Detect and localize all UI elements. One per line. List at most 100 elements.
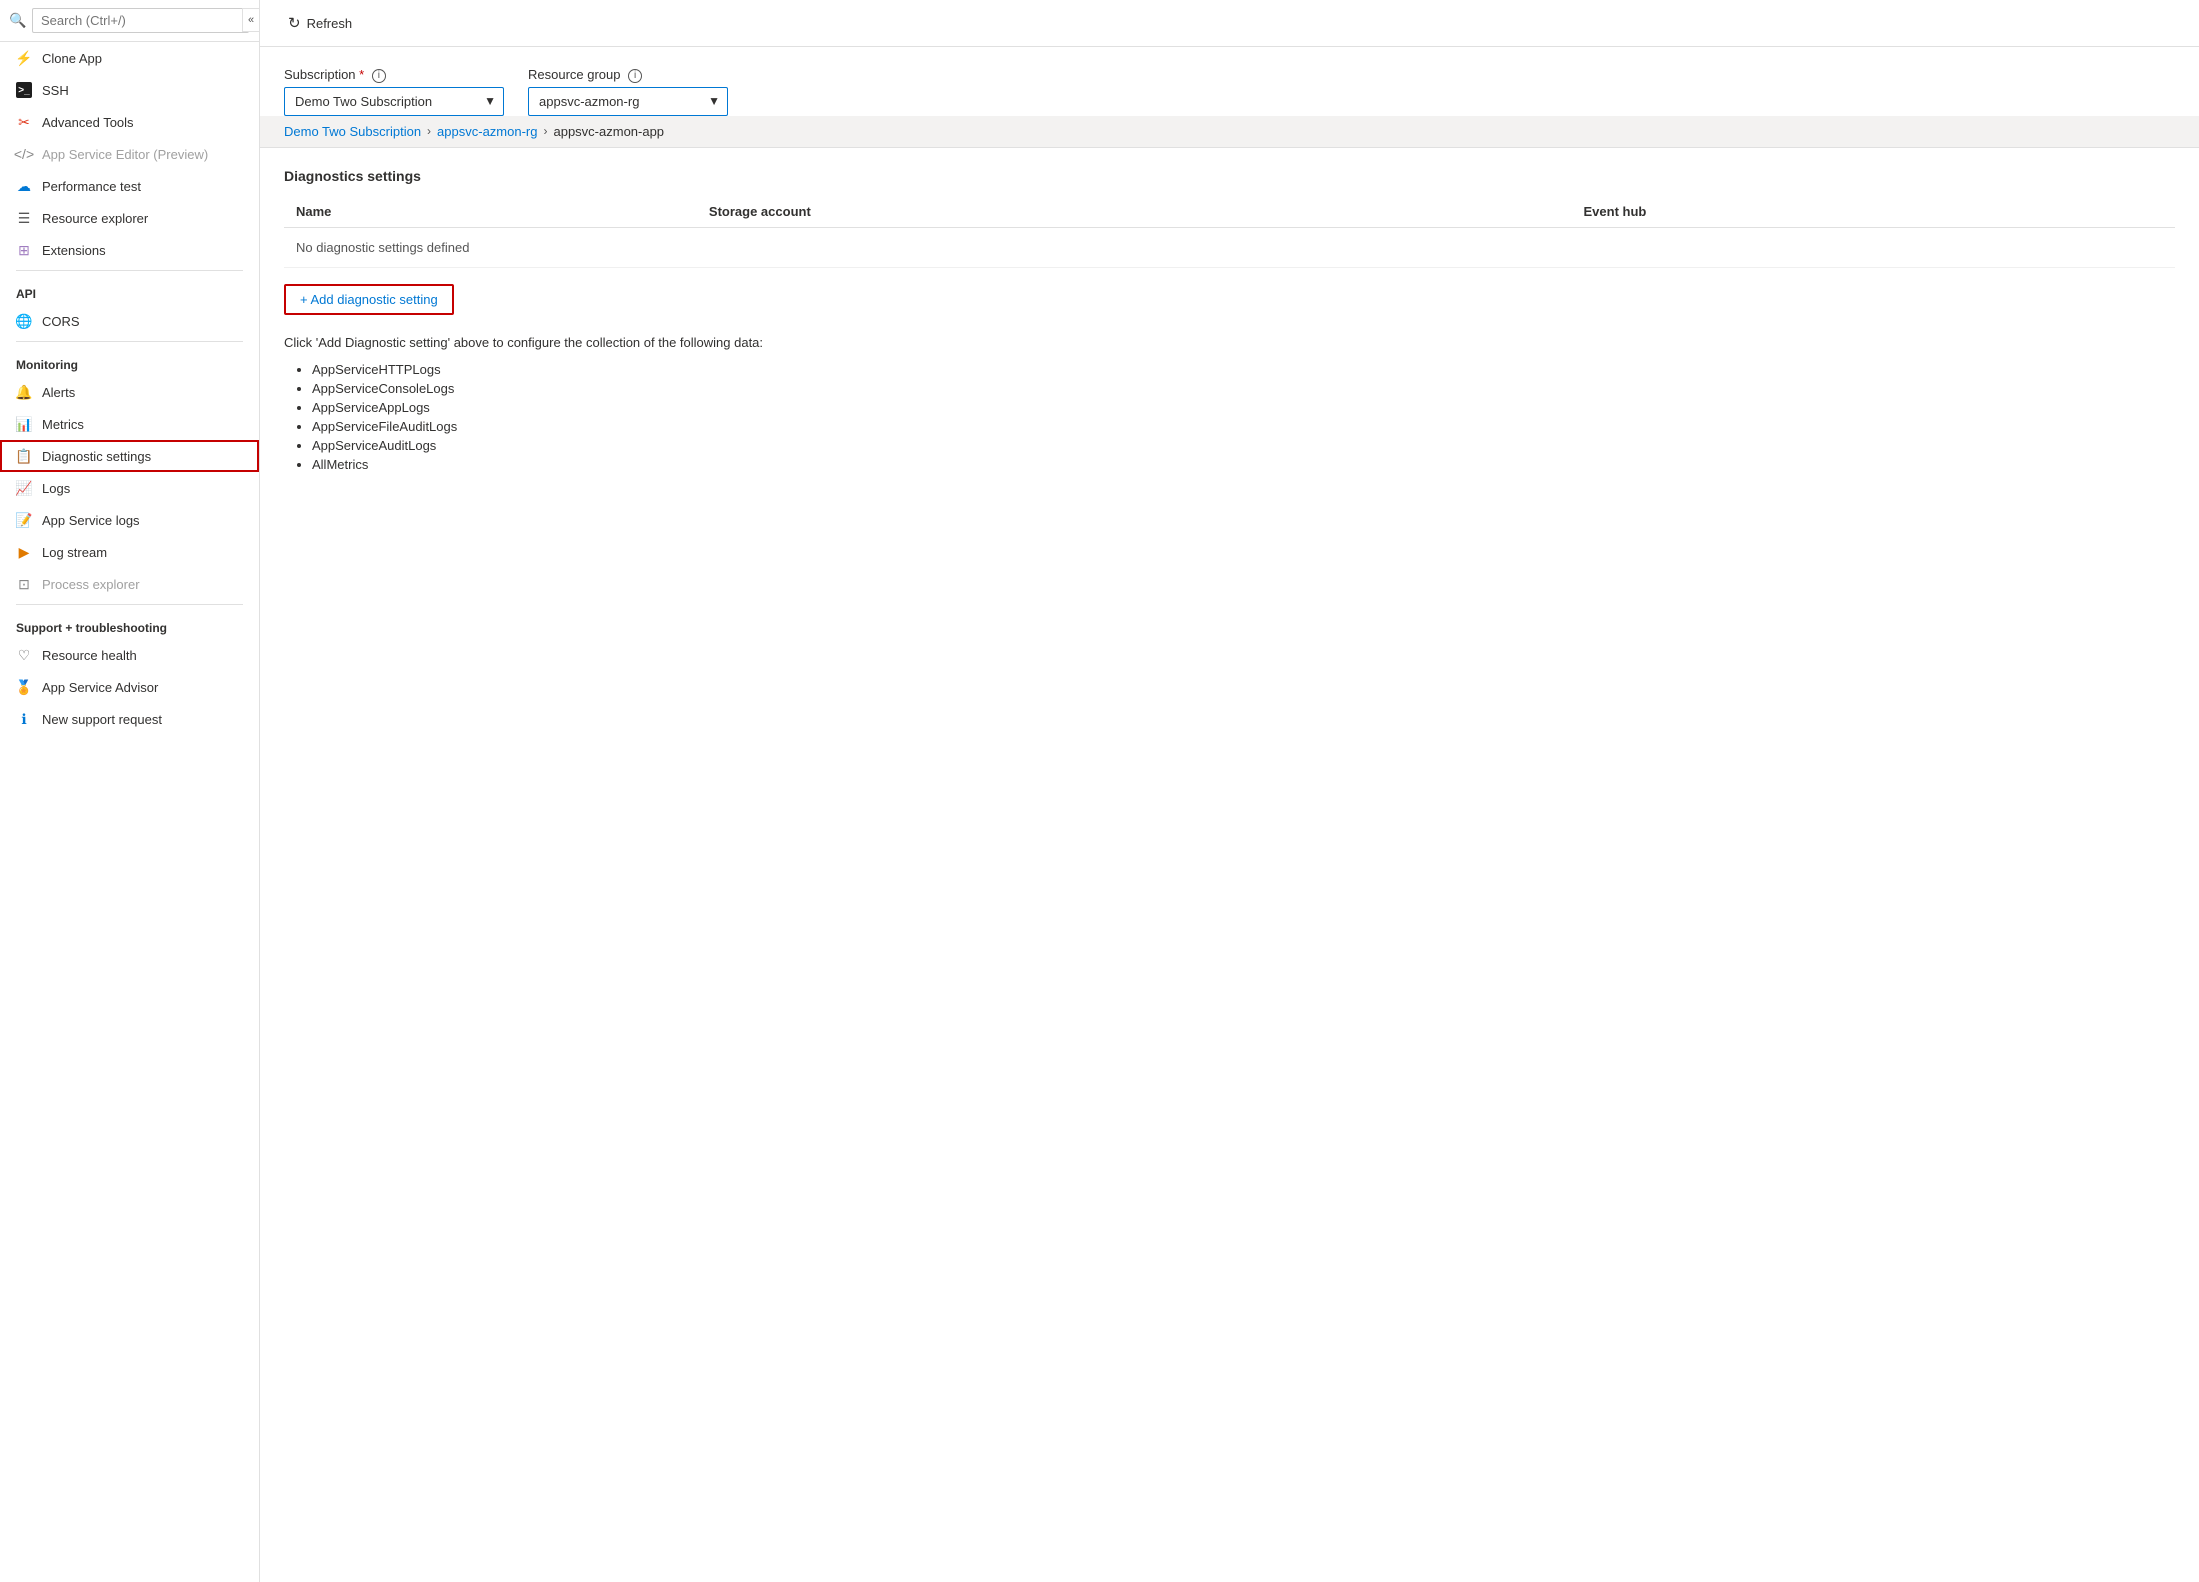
- diagnostics-section-title: Diagnostics settings: [284, 168, 2175, 184]
- sidebar-item-process-explorer: ⊡ Process explorer: [0, 568, 259, 600]
- sidebar-item-advanced-tools[interactable]: ✂ Advanced Tools: [0, 106, 259, 138]
- log-stream-icon: ▶: [16, 544, 32, 560]
- section-label-support: Support + troubleshooting: [0, 609, 259, 639]
- list-item: AppServiceAuditLogs: [312, 436, 2175, 455]
- collapse-sidebar-button[interactable]: «: [242, 8, 260, 32]
- sidebar-item-label: Log stream: [42, 545, 107, 560]
- sidebar-item-log-stream[interactable]: ▶ Log stream: [0, 536, 259, 568]
- sidebar-item-app-service-advisor[interactable]: 🏅 App Service Advisor: [0, 671, 259, 703]
- sidebar-item-clone-app[interactable]: ⚡ Clone App: [0, 42, 259, 74]
- sidebar-item-extensions[interactable]: ⊞ Extensions: [0, 234, 259, 266]
- refresh-label: Refresh: [307, 16, 353, 31]
- clone-app-icon: ⚡: [16, 50, 32, 66]
- app-service-advisor-icon: 🏅: [16, 679, 32, 695]
- main-panel: ↻ Refresh Subscription * i Demo Two Subs…: [260, 0, 2199, 1582]
- process-explorer-icon: ⊡: [16, 576, 32, 592]
- list-item: AppServiceFileAuditLogs: [312, 417, 2175, 436]
- sidebar-item-label: SSH: [42, 83, 69, 98]
- col-event-hub: Event hub: [1572, 196, 2175, 228]
- extensions-icon: ⊞: [16, 242, 32, 258]
- sidebar-item-label: Extensions: [42, 243, 106, 258]
- diagnostics-table: Name Storage account Event hub No diagno…: [284, 196, 2175, 268]
- sidebar-item-label: Performance test: [42, 179, 141, 194]
- main-content: Subscription * i Demo Two Subscription ▼…: [260, 47, 2199, 1582]
- sidebar-item-label: Diagnostic settings: [42, 449, 151, 464]
- sidebar-item-label: App Service Advisor: [42, 680, 158, 695]
- sidebar-item-resource-health[interactable]: ♡ Resource health: [0, 639, 259, 671]
- col-name: Name: [284, 196, 697, 228]
- sidebar-item-label: Process explorer: [42, 577, 140, 592]
- sidebar-item-label: App Service Editor (Preview): [42, 147, 208, 162]
- cors-icon: 🌐: [16, 313, 32, 329]
- subscription-group: Subscription * i Demo Two Subscription ▼: [284, 67, 504, 116]
- logs-icon: 📈: [16, 480, 32, 496]
- app-service-logs-icon: 📝: [16, 512, 32, 528]
- resource-group-select-wrapper: appsvc-azmon-rg ▼: [528, 87, 728, 116]
- required-marker: *: [359, 67, 364, 82]
- divider-support: [16, 604, 243, 605]
- performance-test-icon: ☁: [16, 178, 32, 194]
- sidebar-item-resource-explorer[interactable]: ☰ Resource explorer: [0, 202, 259, 234]
- sidebar-item-label: Resource explorer: [42, 211, 148, 226]
- sidebar-item-label: Resource health: [42, 648, 137, 663]
- breadcrumb-sep-2: ›: [543, 124, 547, 138]
- subscription-select-wrapper: Demo Two Subscription ▼: [284, 87, 504, 116]
- list-item: AllMetrics: [312, 455, 2175, 474]
- divider-monitoring: [16, 341, 243, 342]
- editor-icon: </>: [16, 146, 32, 162]
- metrics-icon: 📊: [16, 416, 32, 432]
- list-item: AppServiceAppLogs: [312, 398, 2175, 417]
- sidebar-item-alerts[interactable]: 🔔 Alerts: [0, 376, 259, 408]
- sidebar-item-diagnostic-settings[interactable]: 📋 Diagnostic settings: [0, 440, 259, 472]
- toolbar: ↻ Refresh: [260, 0, 2199, 47]
- sidebar-item-new-support-request[interactable]: ℹ New support request: [0, 703, 259, 735]
- sidebar-search-container: 🔍: [0, 0, 259, 42]
- refresh-icon: ↻: [288, 14, 301, 32]
- breadcrumb-app: appsvc-azmon-app: [553, 124, 664, 139]
- sidebar-item-metrics[interactable]: 📊 Metrics: [0, 408, 259, 440]
- breadcrumb-subscription[interactable]: Demo Two Subscription: [284, 124, 421, 139]
- breadcrumb-resource-group[interactable]: appsvc-azmon-rg: [437, 124, 537, 139]
- sidebar-item-app-service-editor: </> App Service Editor (Preview): [0, 138, 259, 170]
- sidebar-item-label: Advanced Tools: [42, 115, 134, 130]
- sidebar-item-label: Clone App: [42, 51, 102, 66]
- sidebar-item-ssh[interactable]: >_ SSH: [0, 74, 259, 106]
- resource-health-icon: ♡: [16, 647, 32, 663]
- resource-group-group: Resource group i appsvc-azmon-rg ▼: [528, 67, 728, 116]
- search-icon: 🔍: [10, 13, 26, 29]
- resource-group-select[interactable]: appsvc-azmon-rg: [528, 87, 728, 116]
- diagnostic-settings-icon: 📋: [16, 448, 32, 464]
- sidebar-item-logs[interactable]: 📈 Logs: [0, 472, 259, 504]
- resource-explorer-icon: ☰: [16, 210, 32, 226]
- ssh-icon: >_: [16, 82, 32, 98]
- subscription-select[interactable]: Demo Two Subscription: [284, 87, 504, 116]
- resource-group-label: Resource group i: [528, 67, 728, 83]
- add-diagnostic-setting-button[interactable]: + Add diagnostic setting: [284, 284, 454, 315]
- breadcrumb: Demo Two Subscription › appsvc-azmon-rg …: [260, 116, 2199, 148]
- section-label-api: API: [0, 275, 259, 305]
- subscription-label: Subscription * i: [284, 67, 504, 83]
- sidebar-item-app-service-logs[interactable]: 📝 App Service logs: [0, 504, 259, 536]
- alerts-icon: 🔔: [16, 384, 32, 400]
- divider-api: [16, 270, 243, 271]
- list-item: AppServiceConsoleLogs: [312, 379, 2175, 398]
- new-support-request-icon: ℹ: [16, 711, 32, 727]
- sidebar-item-performance-test[interactable]: ☁ Performance test: [0, 170, 259, 202]
- filter-row: Subscription * i Demo Two Subscription ▼…: [284, 67, 2175, 116]
- search-input[interactable]: [32, 8, 249, 33]
- sidebar-item-cors[interactable]: 🌐 CORS: [0, 305, 259, 337]
- empty-message: No diagnostic settings defined: [284, 227, 2175, 267]
- sidebar-item-label: New support request: [42, 712, 162, 727]
- section-label-monitoring: Monitoring: [0, 346, 259, 376]
- subscription-info-icon: i: [372, 69, 386, 83]
- list-item: AppServiceHTTPLogs: [312, 360, 2175, 379]
- data-items-list: AppServiceHTTPLogs AppServiceConsoleLogs…: [284, 360, 2175, 474]
- resource-group-info-icon: i: [628, 69, 642, 83]
- advanced-tools-icon: ✂: [16, 114, 32, 130]
- sidebar-item-label: CORS: [42, 314, 80, 329]
- refresh-button[interactable]: ↻ Refresh: [280, 10, 360, 36]
- info-text: Click 'Add Diagnostic setting' above to …: [284, 335, 2175, 350]
- sidebar-item-label: App Service logs: [42, 513, 140, 528]
- sidebar-item-label: Metrics: [42, 417, 84, 432]
- table-header-row: Name Storage account Event hub: [284, 196, 2175, 228]
